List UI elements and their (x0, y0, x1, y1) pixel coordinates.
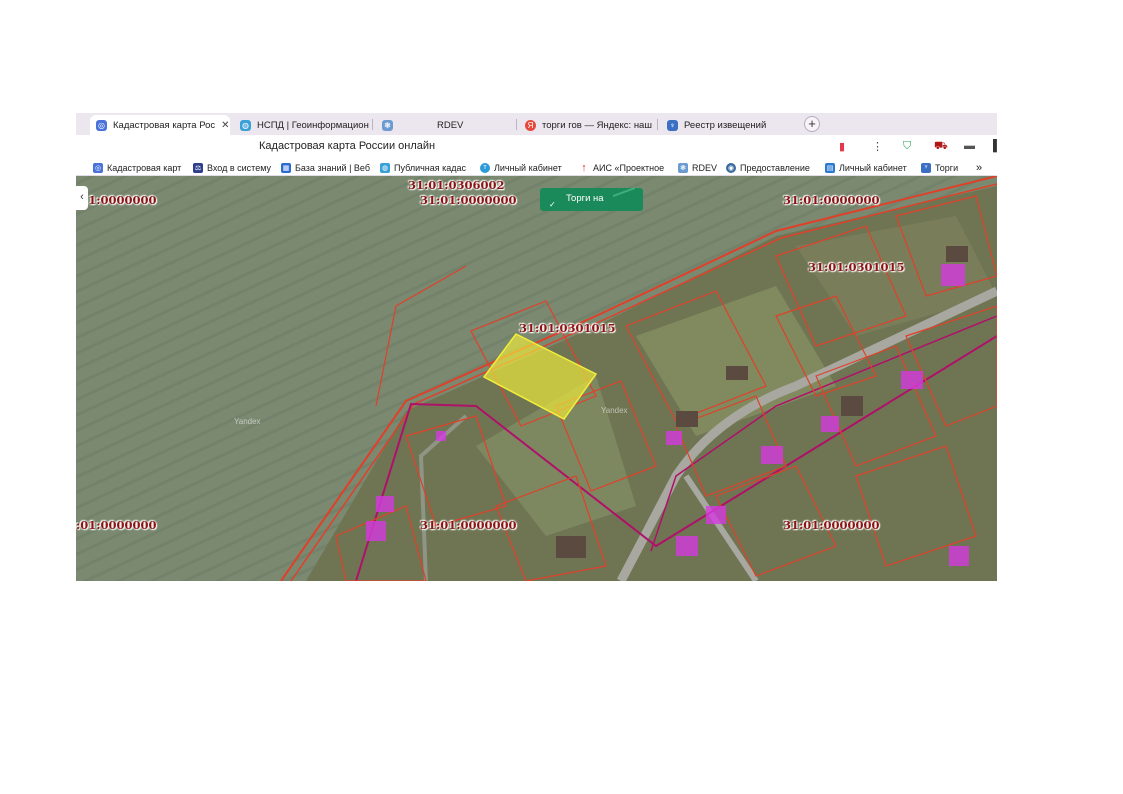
close-icon[interactable]: ✕ (221, 120, 229, 131)
document-icon: ▤ (825, 162, 835, 173)
bookmark-label: Торги (935, 162, 959, 173)
parcel-number[interactable]: 31:01:0301015 (519, 321, 616, 335)
bookmarks-more-button[interactable]: » (976, 161, 992, 174)
bookmark-icon[interactable]: ▮ (839, 140, 845, 153)
globe-icon: ◉ (726, 162, 736, 173)
map-icon: ◎ (93, 162, 103, 173)
bookmark-label: Предоставление (740, 162, 810, 173)
rdev-icon: ❃ (382, 119, 393, 131)
globe-icon: ◍ (240, 119, 251, 131)
bookmark-login[interactable]: ⚖ Вход в систему (193, 161, 275, 174)
bookmark-ais-project[interactable]: ↑ АИС «Проектное (579, 161, 669, 174)
bookmark-label: Вход в систему (207, 162, 271, 173)
check-icon: ✓ (549, 200, 556, 209)
tab-label: Кадастровая карта Рос (113, 119, 216, 131)
bookmark-rdev[interactable]: ❃ RDEV (678, 161, 723, 174)
emblem-icon: ♆ (667, 119, 678, 131)
bookmarks-bar: ◎ Кадастровая карт ⚖ Вход в систему ▦ Ба… (76, 159, 997, 176)
bookmark-label: Личный кабинет (494, 162, 562, 173)
parcel-number[interactable]: 31:01:0000000 (420, 518, 517, 532)
tab-divider (372, 119, 373, 130)
bookmark-personal-account-2[interactable]: ▤ Личный кабинет (825, 161, 915, 174)
cadastral-map[interactable]: Yandex Yandex 31:01:0306002 31:01:000000… (76, 176, 997, 581)
bookmark-provision[interactable]: ◉ Предоставление (726, 161, 814, 174)
parcel-number[interactable]: :1:0000000 (84, 193, 157, 207)
bookmark-public-cadastral[interactable]: ◍ Публичная кадас (380, 161, 470, 174)
emblem-icon: ♆ (921, 162, 931, 173)
map-icon: ◎ (96, 119, 107, 131)
bookmark-label: АИС «Проектное (593, 162, 665, 173)
bookmark-label: Публичная кадас (394, 162, 467, 173)
tab-label: НСПД | Геоинформацион (257, 119, 369, 131)
bookmark-torgi[interactable]: ♆ Торги (921, 161, 965, 174)
tab-cadastral-map[interactable]: ◎ Кадастровая карта Рос ✕ (90, 115, 230, 135)
parcel-number[interactable]: :01:0000000 (76, 518, 157, 532)
grid-icon: ▦ (281, 162, 291, 173)
bookmark-label: RDEV (692, 162, 718, 173)
hammer-icon (613, 186, 635, 210)
map-watermark: Yandex (601, 406, 628, 415)
bookmark-label: База знаний | Веб (295, 162, 370, 173)
tab-label: RDEV (437, 119, 464, 131)
shield-icon[interactable]: ⛉ (903, 140, 911, 153)
torgi-button-label: Торги на (566, 193, 604, 204)
parcel-number[interactable]: 31:01:0306002 (408, 178, 505, 192)
arrow-up-icon: ↑ (581, 161, 587, 174)
account-icon: т (480, 162, 490, 173)
parcel-number[interactable]: 31:01:0000000 (783, 518, 880, 532)
tab-nspd[interactable]: ◍ НСПД | Геоинформацион (234, 115, 370, 135)
tab-yandex-search[interactable]: Я торги гов — Яндекс: наш (519, 115, 655, 135)
tab-divider (516, 119, 517, 130)
tab-rdev[interactable]: ❃ RDEV (376, 115, 516, 135)
bookmark-label: Личный кабинет (839, 162, 907, 173)
collapse-panel-button[interactable]: ‹ (76, 186, 88, 210)
tab-label: торги гов — Яндекс: наш (542, 119, 652, 131)
menu-icon[interactable]: ⋮ (872, 140, 883, 153)
tab-strip: ◎ Кадастровая карта Рос ✕ ◍ НСПД | Геоин… (76, 113, 997, 135)
extension-icon[interactable]: ⛟ (934, 140, 948, 154)
yandex-icon: Я (525, 119, 536, 131)
parcel-number[interactable]: 31:01:0000000 (783, 193, 880, 207)
globe-icon: ◍ (380, 162, 390, 173)
bookmark-cadastral-map[interactable]: ◎ Кадастровая карт (93, 161, 183, 174)
rdev-icon: ❃ (678, 162, 688, 173)
new-tab-button[interactable]: + (804, 116, 820, 132)
tab-label: Реестр извещений (684, 119, 767, 131)
address-bar[interactable]: Кадастровая карта России онлайн ▮ ⋮ ⛉ ⛟ … (76, 135, 997, 159)
bookmark-label: Кадастровая карт (107, 162, 182, 173)
scales-icon: ⚖ (193, 162, 203, 173)
bookmark-personal-account[interactable]: т Личный кабинет (480, 161, 570, 174)
page-title: Кадастровая карта России онлайн (259, 140, 436, 152)
parcel-number[interactable]: 31:01:0000000 (420, 193, 517, 207)
tab-divider (657, 119, 658, 130)
profile-icon[interactable]: ▌ (993, 140, 997, 152)
tab-notices-registry[interactable]: ♆ Реестр извещений (661, 115, 791, 135)
browser-screenshot: ◎ Кадастровая карта Рос ✕ ◍ НСПД | Геоин… (76, 113, 997, 581)
parcel-number[interactable]: 31:01:0301015 (808, 260, 905, 274)
torgi-layer-button[interactable]: Торги на ✓ (540, 186, 643, 211)
download-icon[interactable]: ▬ (964, 140, 975, 152)
bookmark-knowledge-base[interactable]: ▦ База знаний | Веб (281, 161, 371, 174)
map-watermark: Yandex (234, 417, 261, 426)
